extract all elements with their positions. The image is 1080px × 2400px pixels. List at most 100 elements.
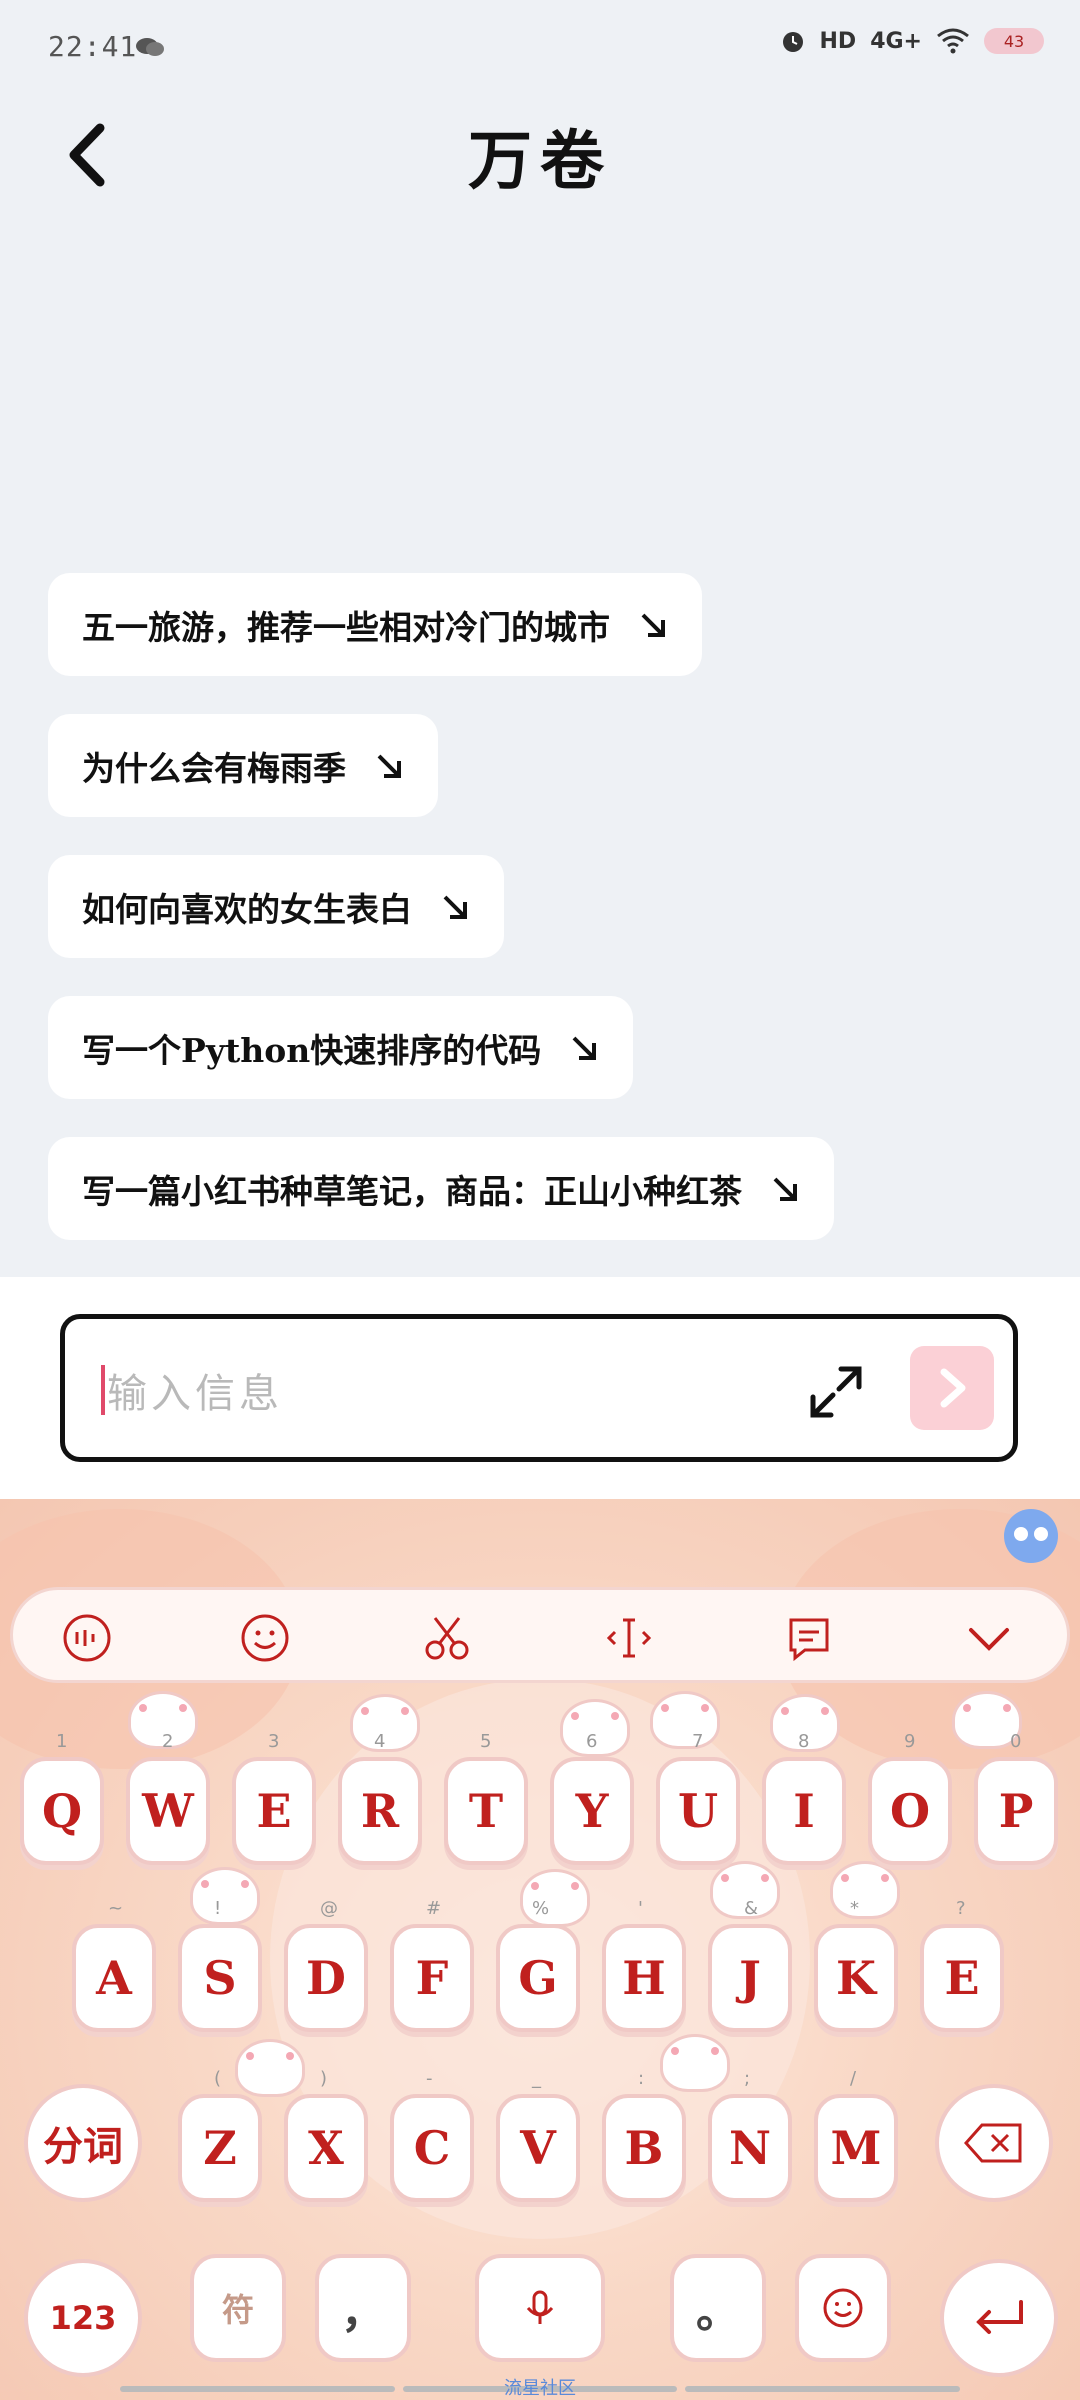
header: 万卷	[0, 100, 1080, 210]
input-placeholder: 输入信息	[107, 1371, 283, 1417]
key-label: O	[889, 1784, 931, 1838]
period-key[interactable]: 。	[670, 2254, 766, 2362]
key-v[interactable]: _ V	[496, 2068, 580, 2202]
suggestion-chip[interactable]: 写一篇小红书种草笔记，商品：正山小种红茶	[48, 1137, 834, 1240]
bunny-decoration	[235, 2039, 305, 2097]
key-label: G	[518, 1951, 558, 2005]
key-label: Z	[203, 2121, 237, 2175]
wechat-icon	[136, 38, 164, 56]
status-time: 22:41	[48, 30, 138, 63]
collapse-chevron-icon[interactable]	[963, 1612, 1015, 1664]
signal-4g-icon: 4G+	[870, 28, 922, 54]
key-label: E	[944, 1951, 980, 2005]
key-g[interactable]: % G	[496, 1898, 580, 2032]
key-label: I	[793, 1784, 815, 1838]
key-sup: #	[426, 1898, 442, 1919]
suggestion-chip[interactable]: 如何向喜欢的女生表白	[48, 855, 504, 958]
key-label: U	[677, 1784, 719, 1838]
alarm-icon	[782, 32, 803, 52]
key-y[interactable]: 6Y	[550, 1731, 634, 1865]
microphone-icon	[526, 2290, 554, 2324]
key-sup: %	[532, 1898, 550, 1919]
key-o[interactable]: 9O	[868, 1731, 952, 1865]
key-z[interactable]: (Z	[178, 2068, 262, 2202]
key-sup: 3	[268, 1731, 280, 1752]
key-label: H	[622, 1951, 666, 2005]
key-i[interactable]: 8I	[762, 1731, 846, 1865]
key-j[interactable]: & J	[708, 1898, 792, 2032]
bunny-decoration	[660, 2034, 730, 2092]
key-sup: 0	[1010, 1731, 1022, 1752]
key-n[interactable]: ; N	[708, 2068, 792, 2202]
battery-indicator: 43	[984, 28, 1044, 54]
key-sup: 2	[162, 1731, 174, 1752]
key-p[interactable]: 0P	[974, 1731, 1058, 1865]
key-f[interactable]: # F	[390, 1898, 474, 2032]
hd-icon: HD	[819, 28, 857, 54]
key-m[interactable]: / M	[814, 2068, 898, 2202]
space-key[interactable]	[475, 2254, 605, 2362]
key-label: F	[415, 1951, 449, 2005]
key-h[interactable]: ' H	[602, 1898, 686, 2032]
input-area: 输入信息	[0, 1277, 1080, 1499]
status-icons: HD 4G+ 43	[780, 28, 1044, 54]
key-c[interactable]: -C	[390, 2068, 474, 2202]
key-k[interactable]: * K	[814, 1898, 898, 2032]
emoji-face-icon	[823, 2288, 863, 2328]
key-label: W	[142, 1784, 194, 1838]
enter-arrow-icon	[976, 2300, 1023, 2334]
send-button[interactable]	[910, 1346, 994, 1430]
key-sup: (	[214, 2068, 222, 2089]
key-label: E	[256, 1784, 292, 1838]
key-q[interactable]: 1Q	[20, 1731, 104, 1865]
page-title: 万卷	[468, 124, 612, 199]
key-u[interactable]: 7U	[656, 1731, 740, 1865]
key-b[interactable]: :B	[602, 2068, 686, 2202]
suggestion-chip[interactable]: 为什么会有梅雨季	[48, 714, 438, 817]
key-w[interactable]: 2W	[126, 1731, 210, 1865]
key-r[interactable]: 4R	[338, 1731, 422, 1865]
bunny-decoration	[830, 1861, 900, 1919]
scissors-icon[interactable]	[421, 1612, 473, 1664]
bunny-decoration	[650, 1691, 720, 1749]
key-label: P	[998, 1784, 1034, 1838]
symbol-key[interactable]: 符	[190, 2254, 286, 2362]
number-key[interactable]: 123	[24, 2259, 142, 2377]
suggestion-chip[interactable]: 写一个Python快速排序的代码	[48, 996, 634, 1099]
key-label: A	[96, 1951, 132, 2005]
clipboard-icon[interactable]	[783, 1612, 835, 1664]
bunny-decoration	[190, 1867, 260, 1925]
emoji-key[interactable]	[795, 2254, 891, 2362]
keyboard-toolbar	[10, 1587, 1070, 1683]
delete-key[interactable]	[935, 2084, 1053, 2202]
comma-key[interactable]: ，	[315, 2254, 411, 2362]
key-sup: @	[320, 1898, 338, 1919]
key-sup: :	[638, 2068, 645, 2089]
key-sup: 4	[374, 1731, 386, 1752]
key-sup: 9	[904, 1731, 916, 1752]
key-label: D	[306, 1951, 346, 2005]
key-a[interactable]: ~ A	[72, 1898, 156, 2032]
key-sup: -	[426, 2068, 433, 2089]
suggestion-label: 如何向喜欢的女生表白	[82, 889, 412, 929]
suggestion-label: 五一旅游，推荐一些相对冷门的城市	[82, 607, 610, 647]
expand-icon[interactable]	[805, 1361, 867, 1423]
key-l[interactable]: ? E	[920, 1898, 1004, 2032]
message-input[interactable]: 输入信息	[60, 1314, 1018, 1462]
voice-input-icon[interactable]	[61, 1612, 113, 1664]
key-t[interactable]: 5T	[444, 1731, 528, 1865]
word-segment-key[interactable]: 分词	[24, 2084, 142, 2202]
key-s[interactable]: ! S	[178, 1898, 262, 2032]
mascot-icon[interactable]	[1004, 1509, 1058, 1563]
key-e[interactable]: 3E	[232, 1731, 316, 1865]
suggestion-chip[interactable]: 五一旅游，推荐一些相对冷门的城市	[48, 573, 702, 676]
cursor-icon[interactable]	[603, 1612, 655, 1664]
key-x[interactable]: ) X	[284, 2068, 368, 2202]
key-label: K	[836, 1951, 876, 2005]
emoji-icon[interactable]	[239, 1612, 291, 1664]
community-label[interactable]: 流星社区	[0, 2374, 1080, 2400]
key-sup: ?	[956, 1898, 966, 1919]
key-d[interactable]: @ D	[284, 1898, 368, 2032]
enter-key[interactable]	[940, 2259, 1058, 2377]
key-sup: &	[744, 1898, 759, 1919]
